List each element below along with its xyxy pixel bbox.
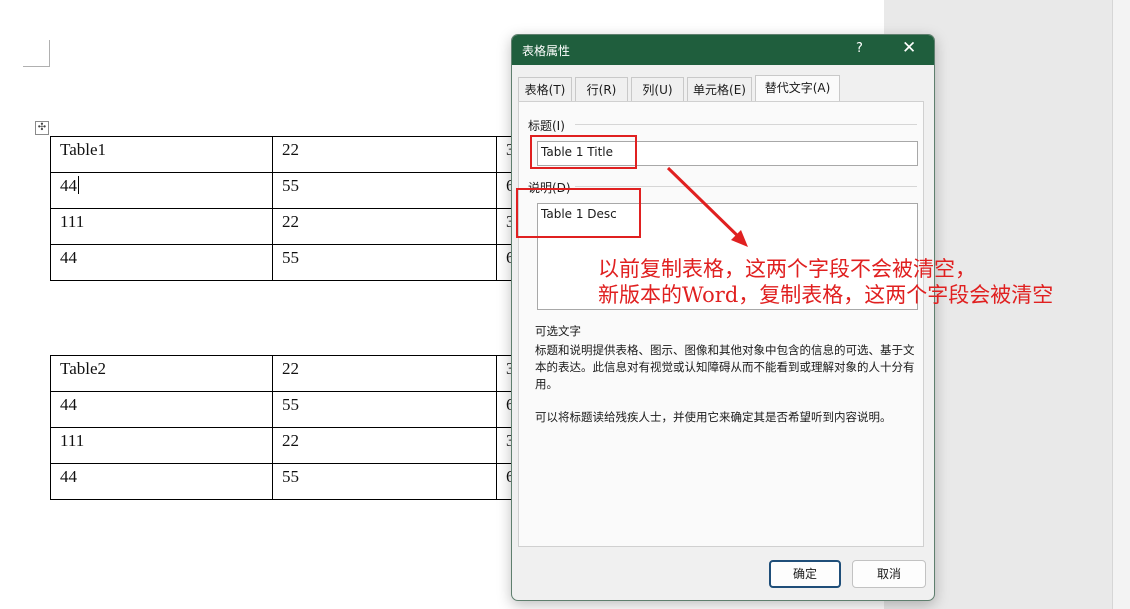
annotation-line-1: 以前复制表格，这两个字段不会被清空，: [598, 257, 976, 281]
annotation-text: 以前复制表格，这两个字段不会被清空， 新版本的Word，复制表格，这两个字段会被…: [598, 256, 1053, 308]
arrow-line: [666, 166, 746, 244]
annotation-line-2: 新版本的Word，复制表格，这两个字段会被清空: [598, 283, 1054, 307]
